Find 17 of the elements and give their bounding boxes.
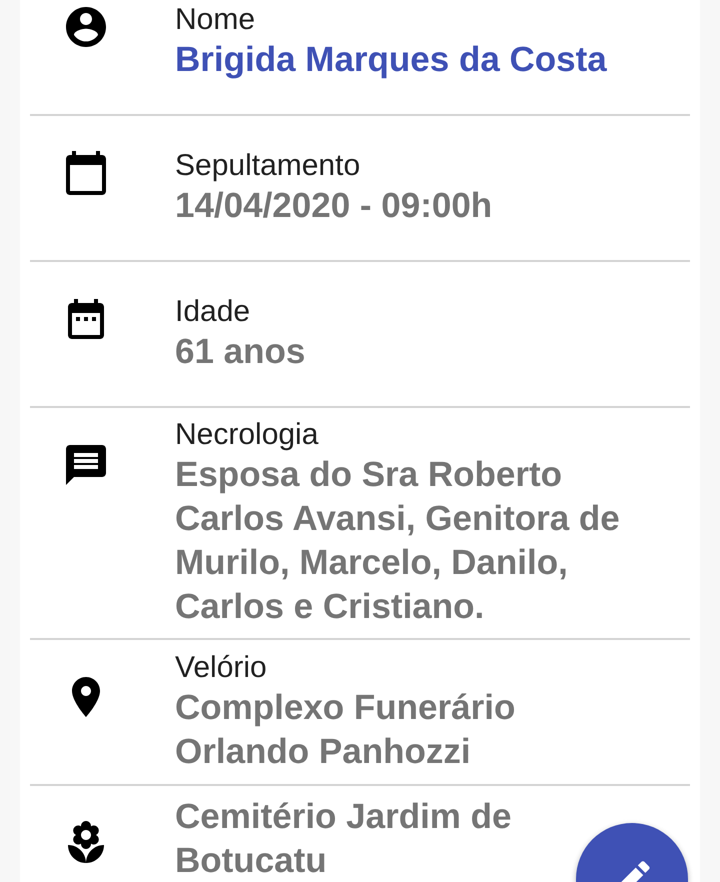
pencil-icon [621,861,650,882]
field-value: 61 anos [175,332,306,371]
message-icon [66,445,106,485]
flower-icon [68,821,104,863]
field-label: Sepultamento [175,149,360,182]
field-label: Velório [175,651,267,684]
location-pin-icon [72,677,100,717]
field-value: 14/04/2020 - 09:00h [175,186,492,225]
field-value: Cemitério Jardim de Botucatu [175,797,512,880]
field-label: Nome [175,3,256,36]
field-label: Idade [175,295,250,328]
field-value: Esposa do Sra Roberto Carlos Avansi, Genitora de Murilo, Marcelo, Danilo, Carlos e Cristiano. [175,455,620,626]
calendar-icon [66,151,106,195]
calendar-dots-icon [68,299,104,339]
field-value: Complexo Funerário Orlando Panhozzi [175,688,516,771]
field-label: Necrologia [175,418,318,451]
field-value: Brigida Marques da Costa [175,40,607,79]
